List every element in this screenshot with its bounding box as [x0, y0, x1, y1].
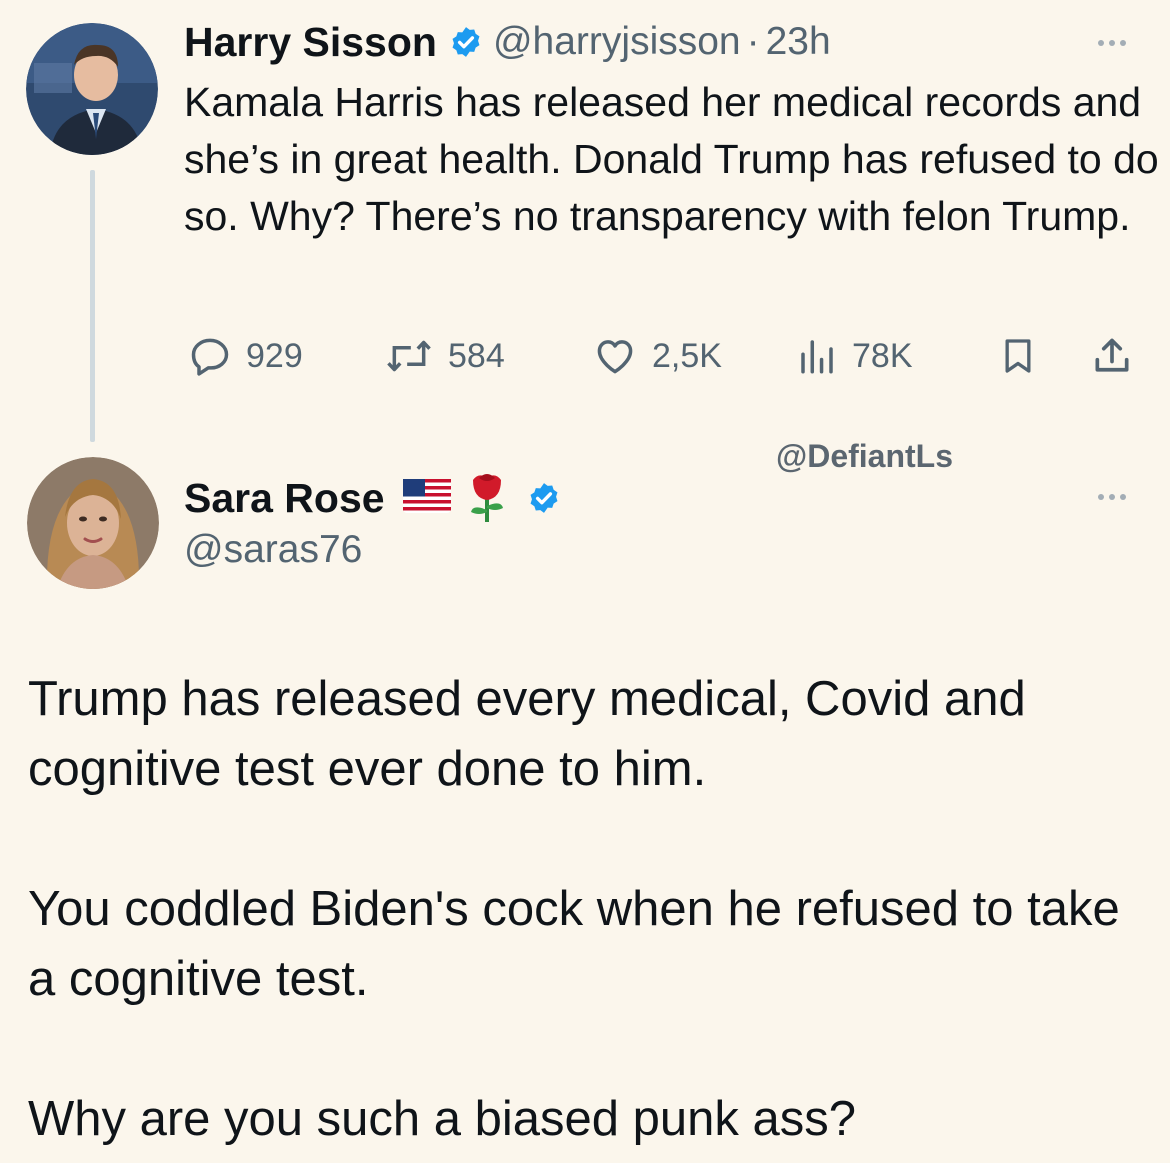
like-button[interactable]: 2,5K [592, 332, 722, 380]
verified-badge-icon [449, 25, 483, 59]
reply-icon [191, 338, 229, 376]
rose-icon [465, 468, 509, 529]
tweet2-author-handle[interactable]: @saras76 [184, 528, 362, 572]
repost-icon [387, 340, 431, 372]
bookmark-button[interactable] [998, 332, 1052, 380]
sara-rose-avatar[interactable] [27, 457, 159, 589]
more-options-icon[interactable] [1098, 494, 1126, 500]
reply-button[interactable]: 929 [188, 332, 303, 380]
tweet2-paragraph: Why are you such a biased punk ass? [28, 1092, 857, 1146]
thread-connector-line [90, 170, 95, 442]
share-icon [1095, 338, 1129, 372]
tweet1-separator: · [746, 20, 760, 63]
bookmark-icon [1005, 339, 1031, 373]
views-count: 78K [852, 336, 913, 375]
watermark-text: @DefiantLs [776, 438, 953, 474]
tweet1-timestamp[interactable]: 23h [766, 20, 831, 64]
tweet1-header: Harry Sisson @harryjsisson · 23h [184, 14, 831, 70]
views-button[interactable]: 78K [796, 332, 913, 380]
repost-button[interactable]: 584 [384, 332, 505, 380]
tweet1-text: Kamala Harris has released her medical r… [184, 79, 1159, 239]
reply-count: 929 [246, 336, 303, 375]
tweet2-text: Trump has released every medical, Covid … [28, 664, 1138, 1154]
tweet2-author-name[interactable]: Sara Rose [184, 475, 385, 522]
tweet2-paragraph: You coddled Biden's cock when he refused… [28, 882, 1120, 1006]
us-flag-icon [402, 478, 451, 518]
like-count: 2,5K [652, 336, 722, 375]
views-icon [801, 340, 833, 374]
harry-sisson-avatar[interactable] [26, 23, 158, 155]
verified-badge-icon [527, 481, 561, 515]
more-options-icon[interactable] [1098, 40, 1126, 46]
tweet2-header: Sara Rose [184, 468, 571, 528]
like-icon [597, 340, 633, 374]
tweet2-paragraph: Trump has released every medical, Covid … [28, 672, 1026, 796]
tweet1-author-handle[interactable]: @harryjsisson [493, 20, 741, 64]
tweet1-author-name[interactable]: Harry Sisson [184, 19, 437, 66]
repost-count: 584 [448, 336, 505, 375]
share-button[interactable] [1090, 332, 1148, 380]
